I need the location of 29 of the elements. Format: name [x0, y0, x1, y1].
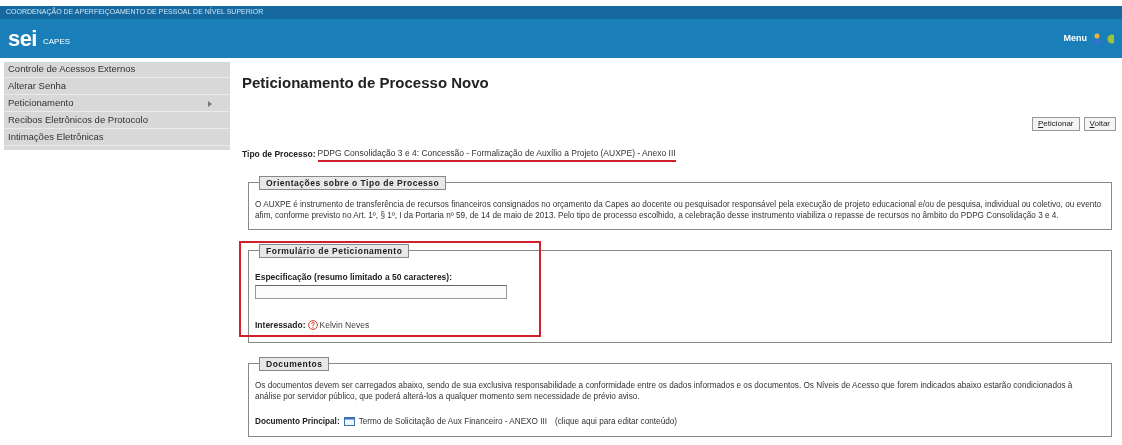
field-label: Interessado:: [255, 319, 306, 332]
menu-link[interactable]: Menu: [1063, 31, 1087, 46]
edit-hint: (clique aqui para editar conteúdo): [555, 415, 677, 428]
logo-subtitle: CAPES: [42, 35, 71, 48]
specification-field[interactable]: [255, 285, 507, 299]
section-legend: Orientações sobre o Tipo de Processo: [259, 176, 447, 191]
action-button[interactable]: Voltar: [1083, 116, 1116, 131]
sidebar-item[interactable]: Intimações Eletrônicas: [4, 130, 230, 146]
document-form-icon[interactable]: [343, 417, 355, 427]
sidebar-item[interactable]: Peticionamento: [4, 96, 230, 112]
sei-logo: sei: [8, 27, 37, 50]
page-title: Peticionamento de Processo Novo: [242, 73, 490, 93]
guidance-paragraph: O AUXPE é instrumento de transferência de recursos financeiros consignados no orçamento da Capes ao docente ou pesquisador responsável pela execução de projeto educacional e/ou de pesquisa, individual ou coletivo, ou evento afim, conforme previsto no Art. 1º, § 1º, I da Portaria nº 59, de 14 de maio de 2013. Pelo tipo de processo escolhido, a celebração desse instrumento viabiliza o repasse de recursos no âmbito do PDPG Consolidação 3 e 4.: [255, 199, 1103, 222]
sidebar-item[interactable]: Alterar Senha: [4, 79, 230, 95]
sidebar-item[interactable]: Controle de Acessos Externos: [4, 62, 230, 78]
field-label: Documento Principal:: [255, 415, 340, 428]
section-legend: Documentos: [259, 356, 330, 371]
interested-name: Kelvin Neves: [319, 319, 370, 332]
field-label: Especificação (resumo limitado a 50 caracteres):: [255, 271, 453, 284]
help-icon[interactable]: [307, 320, 318, 331]
section-legend: Formulário de Peticionamento: [259, 244, 410, 259]
field-label: Tipo de Processo:: [242, 148, 316, 161]
submenu-arrow-icon: [208, 100, 212, 107]
sidebar-item[interactable]: Recibos Eletrônicos de Protocolo: [4, 113, 230, 129]
user-icon[interactable]: [1093, 33, 1101, 44]
action-button[interactable]: Peticionar: [1031, 116, 1080, 131]
documents-paragraph: Os documentos devem ser carregados abaixo, sendo de sua exclusiva responsabilidade a conformidade entre os dados informados e os documentos. Os Níveis de Acesso que forem indicados abaixo estarão condicionados à análise por servidor público, que poderá alterá-los a qualquer momento sem necessidade de prévio aviso.: [255, 379, 1074, 402]
process-type-value: PDPG Consolidação 3 e 4: Concessão - Formalização de Auxílio a Projeto (AUXPE) - Anexo III: [317, 146, 676, 163]
document-link[interactable]: Termo de Solicitação de Aux Financeiro - ANEXO III: [358, 415, 548, 429]
